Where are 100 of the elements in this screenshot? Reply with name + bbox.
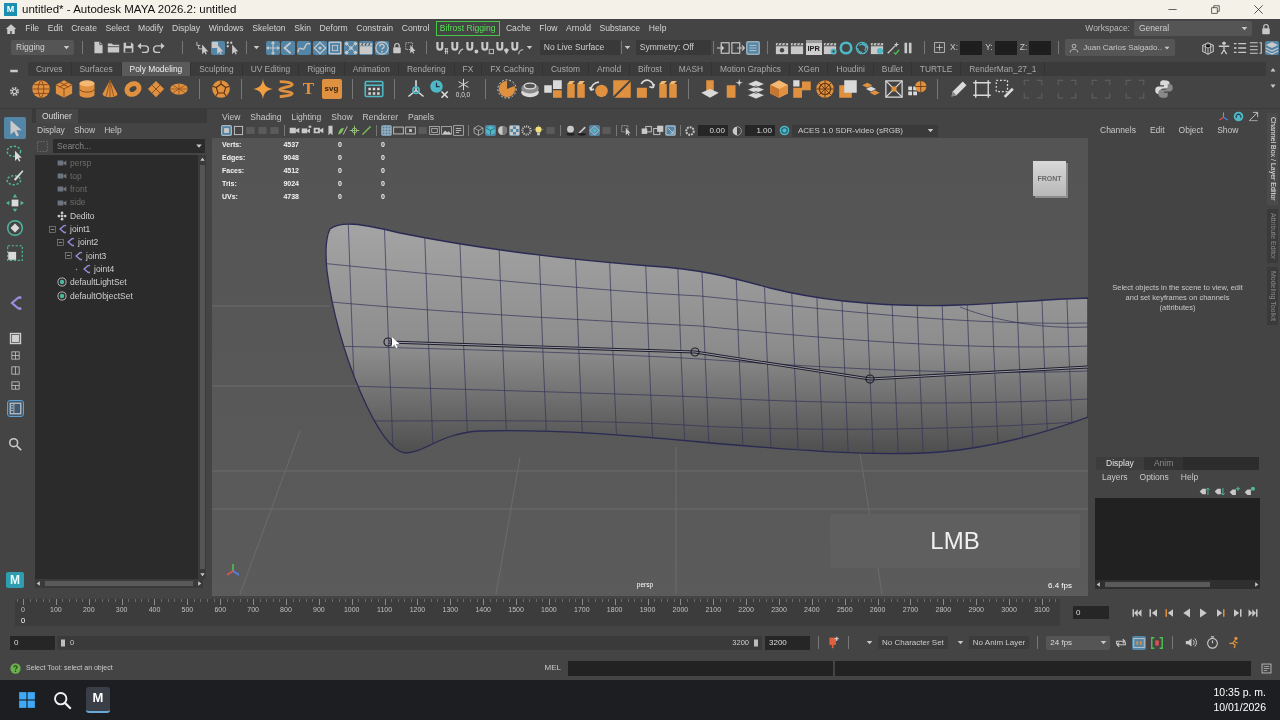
interlocked-shapes-icon[interactable] [1153, 79, 1174, 99]
tree-item[interactable]: joint4 [94, 263, 115, 275]
clapperboard-disc-icon[interactable] [870, 40, 885, 55]
menu-item[interactable]: Create [66, 23, 102, 34]
minus-box-icon[interactable] [55, 237, 65, 247]
dotted-circle-icon[interactable] [520, 125, 532, 136]
light-bulb-icon[interactable] [532, 125, 544, 136]
symmetry-field[interactable]: Symmetry: Off [635, 40, 711, 55]
current-frame-field[interactable]: 0 [1073, 606, 1109, 619]
shelf-tab[interactable]: Custom [543, 62, 589, 76]
dashed-pie-icon[interactable] [496, 79, 517, 99]
diagonal-stroke-icon[interactable] [360, 125, 372, 136]
menu-item[interactable]: Modify [133, 23, 168, 34]
command-result-field[interactable] [835, 660, 1251, 676]
menu-item[interactable]: Substance [595, 23, 645, 34]
arrow-out-of-box-icon[interactable] [731, 40, 746, 55]
gamma-field[interactable]: 1.00 [745, 125, 775, 136]
dashed-box-pen-icon[interactable] [994, 79, 1015, 99]
tag-up-arrow-icon[interactable] [1199, 485, 1210, 497]
running-figure-icon[interactable] [1227, 636, 1241, 649]
live-surface-field[interactable]: No Live Surface [539, 40, 620, 55]
shelf-tab[interactable]: FX Caching [482, 62, 543, 76]
single-pane-icon[interactable] [7, 331, 23, 346]
axis-gizmo-icon[interactable] [1218, 110, 1229, 122]
cursor-in-dashed-box-icon[interactable] [404, 41, 417, 54]
exposure-field[interactable]: 0.00 [698, 125, 728, 136]
clapperboard-icon[interactable] [790, 40, 805, 55]
tree-item[interactable]: joint1 [70, 224, 91, 235]
stacked-discs-icon[interactable] [519, 79, 540, 99]
two-squares-icon[interactable] [640, 125, 652, 136]
shelf-tab[interactable]: Houdini [828, 62, 874, 76]
crosshair-circle-icon[interactable] [348, 125, 360, 136]
wheel-icon[interactable] [814, 79, 835, 99]
polyhedron-icon[interactable] [210, 79, 231, 99]
sparkle-icon[interactable] [252, 79, 273, 99]
fps-dropdown[interactable]: 24 fps [1046, 635, 1111, 650]
previous-key-icon[interactable] [1147, 606, 1160, 619]
shelf-tab[interactable]: Rendering [398, 62, 455, 76]
nested-diamond-icon[interactable] [588, 125, 600, 136]
vertical-scrollbar[interactable] [198, 155, 206, 579]
menu-item[interactable]: Select [101, 23, 134, 34]
curve-icon[interactable] [297, 40, 311, 55]
swirl-icon[interactable] [854, 40, 869, 55]
box-grid-icon[interactable] [1201, 40, 1215, 55]
shelf-tab[interactable]: Bullet [873, 62, 912, 76]
cursor-points-icon[interactable] [225, 40, 240, 55]
overlapping-squares-icon[interactable] [652, 125, 664, 136]
torus-icon[interactable] [122, 79, 143, 99]
minus-box-icon[interactable] [63, 251, 73, 261]
caret-icon[interactable] [1099, 638, 1109, 647]
four-panes-icon[interactable] [9, 350, 21, 361]
move-arrows-icon[interactable] [4, 192, 26, 214]
caret-icon[interactable] [193, 139, 205, 153]
restore-icon[interactable] [1210, 4, 1221, 15]
command-language-label[interactable]: MEL [544, 663, 561, 673]
clapperboard-ring-icon[interactable] [823, 40, 838, 55]
dotted-ring-icon[interactable] [684, 125, 695, 136]
horizontal-scrollbar[interactable] [1095, 580, 1260, 589]
search-icon[interactable] [53, 690, 72, 710]
menu-item[interactable]: Edit [43, 23, 67, 34]
diagonal-arrow-icon[interactable] [1248, 110, 1259, 122]
list-bracket-icon[interactable] [1249, 40, 1263, 55]
checker-square-icon[interactable] [508, 125, 520, 136]
tag-dot-icon[interactable] [1244, 485, 1255, 497]
grid-icon[interactable] [380, 125, 392, 136]
tree-item[interactable]: joint2 [78, 237, 99, 248]
three-panes-icon[interactable] [9, 380, 21, 391]
menu-item[interactable]: Help [104, 124, 122, 136]
shelf-tab[interactable]: Sculpting [191, 62, 243, 76]
menu-item[interactable]: Show [73, 124, 96, 136]
shelf-tab[interactable]: Rigging [299, 62, 345, 76]
redo-icon[interactable] [152, 41, 165, 54]
folder-icon[interactable] [107, 41, 120, 54]
scroll-up-icon[interactable] [198, 156, 206, 163]
split-square-icon[interactable] [611, 79, 632, 99]
box-with-arrow-icon[interactable] [634, 79, 655, 99]
window-lines-icon[interactable] [1261, 662, 1272, 674]
help-icon[interactable] [374, 40, 389, 55]
speaker-icon[interactable] [1185, 636, 1199, 649]
leaf-pen-icon[interactable] [336, 125, 348, 136]
menu-item[interactable]: Channels [1100, 124, 1136, 136]
menu-item[interactable]: Edit [1149, 124, 1165, 136]
scroll-up-icon[interactable] [1269, 66, 1277, 74]
move-arrows-icon[interactable] [265, 40, 280, 55]
arrow-into-box-icon[interactable] [716, 40, 731, 55]
menu-item[interactable]: Panels [407, 111, 434, 123]
diamond-icon[interactable] [145, 79, 166, 99]
caret-icon[interactable] [1240, 24, 1249, 33]
menu-item[interactable]: Deform [315, 23, 353, 34]
scale-square-icon[interactable] [4, 242, 26, 264]
box-pair-icon[interactable] [657, 79, 678, 99]
layer-editor-tab[interactable]: Anim [1143, 457, 1184, 470]
end-frame-field[interactable]: 3200 [765, 635, 810, 650]
wire-cube-icon[interactable] [472, 125, 484, 136]
brackets-icon[interactable] [1150, 635, 1165, 650]
tree-item[interactable]: defaultLightSet [70, 277, 127, 288]
shelf-tab[interactable]: MASH [670, 62, 713, 76]
skip-back-icon[interactable] [1131, 606, 1143, 619]
node-network-icon[interactable] [343, 40, 358, 55]
magnet-icon[interactable] [450, 40, 465, 55]
